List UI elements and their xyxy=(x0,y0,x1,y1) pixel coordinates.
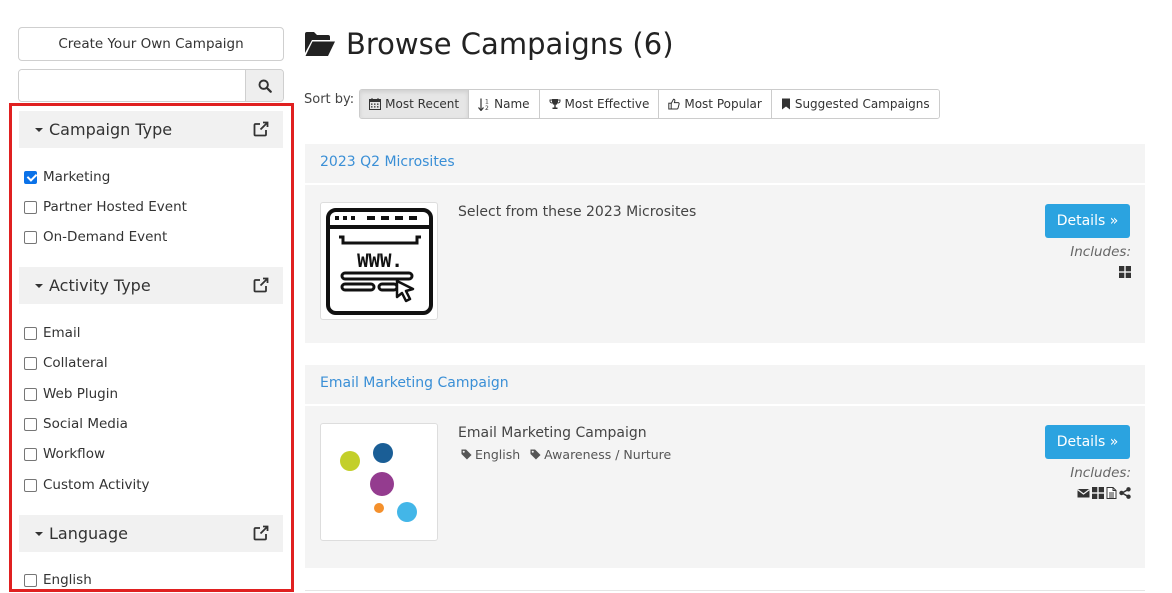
colored-dots-logo xyxy=(340,443,417,522)
filter-option-email[interactable]: Email xyxy=(24,323,80,343)
checkbox[interactable] xyxy=(24,447,37,461)
caret-down-icon xyxy=(35,531,43,536)
filter-option-social-media[interactable]: Social Media xyxy=(24,414,128,434)
filter-title: Language xyxy=(49,524,128,543)
trophy-icon xyxy=(549,99,561,109)
tag-language[interactable]: English xyxy=(461,447,520,462)
page-title: Browse Campaigns (6) xyxy=(304,24,674,64)
search-input[interactable] xyxy=(19,70,245,101)
filter-option-workflow[interactable]: Workflow xyxy=(24,444,105,464)
filter-panel: Campaign Type Marketing Partner Hosted E… xyxy=(9,103,294,592)
caret-down-icon xyxy=(35,283,43,288)
campaign-card: 2023 Q2 Microsites WWW. Select from thes… xyxy=(305,144,1145,343)
filter-option-web-plugin[interactable]: Web Plugin xyxy=(24,384,118,404)
campaign-card: Email Marketing Campaign Email Marketing… xyxy=(305,365,1145,568)
includes-icons xyxy=(1077,487,1131,499)
campaign-description: Select from these 2023 Microsites xyxy=(458,204,697,220)
checkbox[interactable] xyxy=(24,200,37,214)
calendar-icon xyxy=(369,98,382,110)
bookmark-icon xyxy=(781,98,790,110)
sort-suggested-campaigns-button[interactable]: Suggested Campaigns xyxy=(770,90,939,118)
tag-icon xyxy=(461,449,472,460)
includes-label: Includes: xyxy=(1070,465,1131,481)
svg-text:2: 2 xyxy=(485,105,489,111)
includes-icons xyxy=(1119,266,1131,278)
grid-icon xyxy=(1092,487,1104,499)
grid-icon xyxy=(1119,266,1131,278)
share-icon xyxy=(1119,487,1131,499)
campaign-tags: English Awareness / Nurture xyxy=(461,447,671,462)
filter-option-english[interactable]: English xyxy=(24,570,92,589)
sort-name-button[interactable]: 1 2 Name xyxy=(468,90,539,118)
sort-button-group: Most Recent 1 2 Name Most Effective Most… xyxy=(359,89,940,119)
document-icon xyxy=(1106,487,1117,499)
sort-most-effective-button[interactable]: Most Effective xyxy=(538,90,659,118)
search-box xyxy=(18,69,284,102)
checkbox[interactable] xyxy=(24,326,37,340)
card-divider xyxy=(305,183,1145,185)
campaign-description: Email Marketing Campaign xyxy=(458,425,647,441)
sidebar: Create Your Own Campaign Campaign Type M… xyxy=(0,0,296,593)
filter-header-activity-type[interactable]: Activity Type xyxy=(19,267,283,304)
filter-header-language[interactable]: Language xyxy=(19,515,283,552)
checkbox[interactable] xyxy=(24,170,37,184)
campaign-title-link[interactable]: 2023 Q2 Microsites xyxy=(320,154,455,170)
filter-title: Activity Type xyxy=(49,276,151,295)
tag-icon xyxy=(530,449,541,460)
envelope-icon xyxy=(1077,489,1090,498)
external-link-icon[interactable] xyxy=(253,121,269,137)
filter-title: Campaign Type xyxy=(49,120,173,139)
details-button[interactable]: Details » xyxy=(1045,204,1130,238)
filter-option-partner-hosted-event[interactable]: Partner Hosted Event xyxy=(24,197,187,217)
sort-bar: Sort by: Most Recent 1 2 Name Most Effec… xyxy=(304,89,940,119)
search-button[interactable] xyxy=(245,70,283,101)
external-link-icon[interactable] xyxy=(253,525,269,541)
website-browser-icon: WWW. xyxy=(326,208,433,315)
checkbox[interactable] xyxy=(24,573,37,587)
sort-most-popular-button[interactable]: Most Popular xyxy=(658,90,771,118)
checkbox[interactable] xyxy=(24,478,37,492)
sort-most-recent-button[interactable]: Most Recent xyxy=(360,90,469,118)
tag-category[interactable]: Awareness / Nurture xyxy=(530,447,671,462)
campaign-thumbnail[interactable]: WWW. xyxy=(320,202,438,320)
filter-header-campaign-type[interactable]: Campaign Type xyxy=(19,111,283,148)
checkbox[interactable] xyxy=(24,230,37,244)
sort-label: Sort by: xyxy=(304,92,355,107)
thumbs-up-icon xyxy=(668,98,681,110)
filter-option-marketing[interactable]: Marketing xyxy=(24,167,110,187)
create-campaign-button[interactable]: Create Your Own Campaign xyxy=(18,27,284,61)
filter-option-on-demand-event[interactable]: On-Demand Event xyxy=(24,227,167,247)
external-link-icon[interactable] xyxy=(253,277,269,293)
sort-alpha-icon: 1 2 xyxy=(478,98,489,111)
caret-down-icon xyxy=(35,127,43,132)
checkbox[interactable] xyxy=(24,417,37,431)
includes-label: Includes: xyxy=(1070,244,1131,260)
campaign-title-link[interactable]: Email Marketing Campaign xyxy=(320,375,509,391)
card-divider xyxy=(305,404,1145,406)
details-button[interactable]: Details » xyxy=(1045,425,1130,459)
folder-open-icon xyxy=(305,32,335,56)
svg-text:WWW.: WWW. xyxy=(357,250,403,272)
checkbox[interactable] xyxy=(24,387,37,401)
list-divider xyxy=(305,590,1145,591)
filter-option-collateral[interactable]: Collateral xyxy=(24,353,108,373)
filter-option-custom-activity[interactable]: Custom Activity xyxy=(24,475,150,495)
campaign-thumbnail[interactable] xyxy=(320,423,438,541)
search-icon xyxy=(258,79,272,93)
checkbox[interactable] xyxy=(24,356,37,370)
